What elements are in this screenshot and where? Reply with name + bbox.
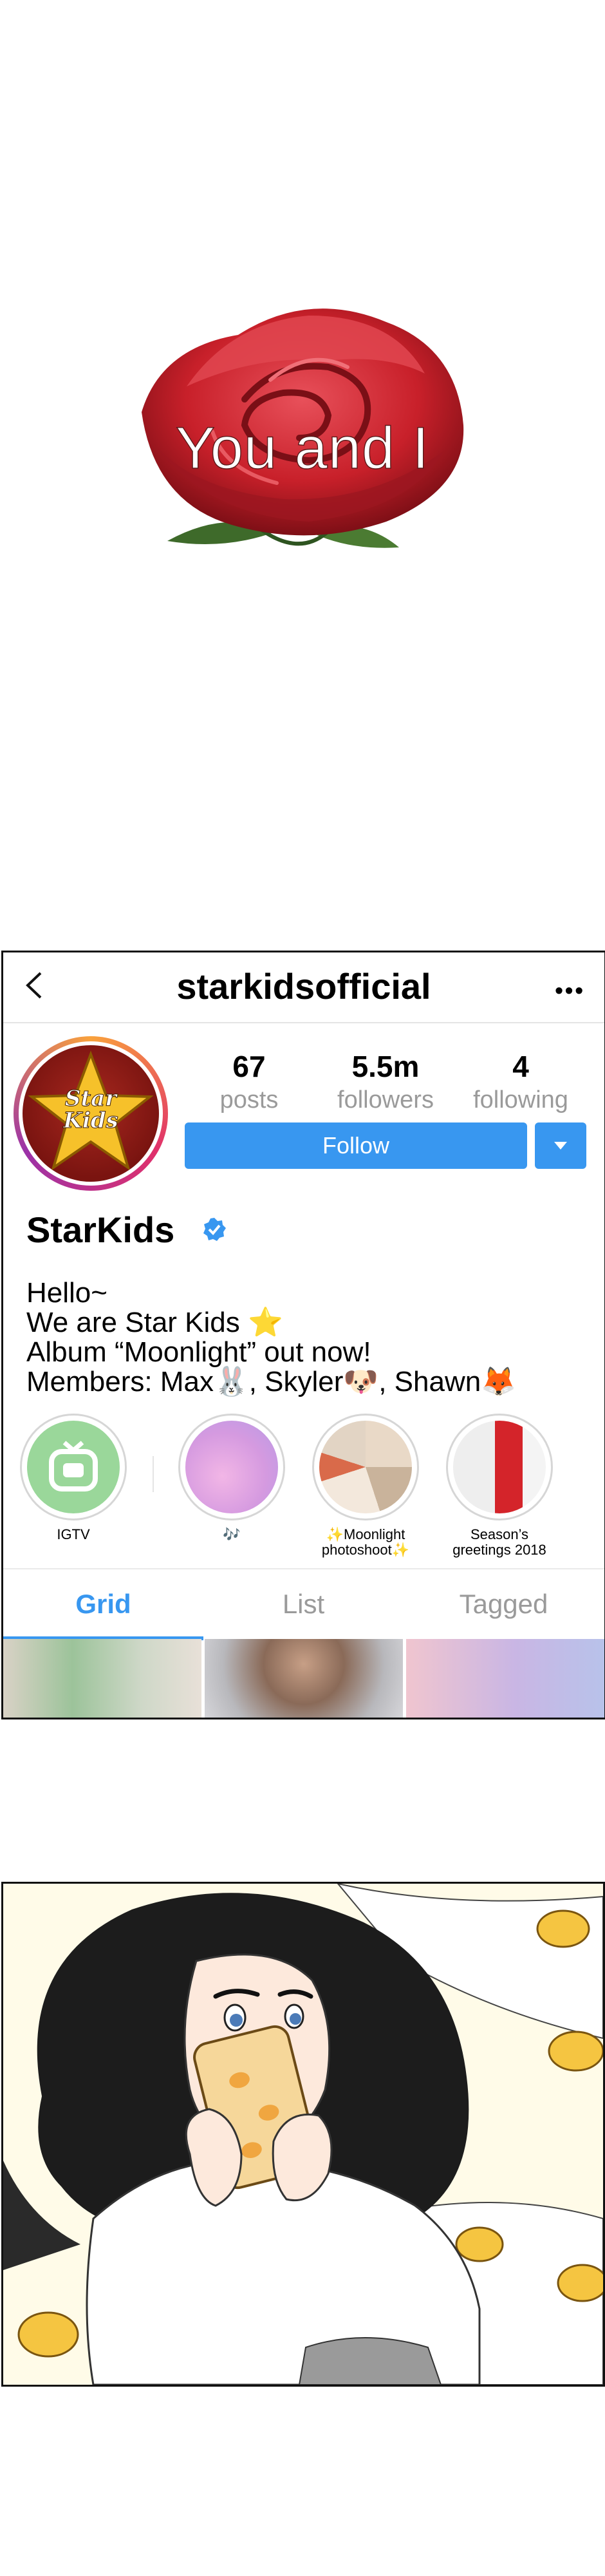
igtv-icon [27,1421,120,1513]
stat-value: 67 [232,1050,266,1083]
profile-username: starkidsofficial [176,966,431,1007]
dropdown-arrow-icon[interactable] [535,1122,586,1169]
grid-thumbnail[interactable] [205,1639,403,1718]
stat-value: 4 [512,1050,529,1083]
grid-thumbnail[interactable] [406,1639,604,1718]
tab-tagged[interactable]: Tagged [404,1589,604,1620]
highlight-thumb [185,1421,278,1513]
avatar[interactable]: Star Kids [14,1036,168,1191]
verified-badge-icon [203,1218,226,1241]
bio-line: We are Star Kids ⭐ [26,1307,283,1338]
highlight-thumb [319,1421,412,1513]
highlight-seasons-greetings[interactable]: Season’s greetings 2018 [445,1414,554,1558]
highlight-igtv[interactable]: IGTV [19,1414,128,1542]
highlight-label: 🎶 [223,1526,241,1542]
stat-label: following [473,1086,568,1113]
highlight-thumb [453,1421,546,1513]
follow-button[interactable]: Follow [185,1122,527,1169]
highlight-ring [178,1414,285,1520]
title-text: You and I [175,415,430,481]
stat-followers[interactable]: 5.5m followers [321,1049,450,1116]
story-highlights: IGTV 🎶 ✨Moonlight photoshoot✨ Season’s g… [3,1414,604,1558]
more-options-icon[interactable]: ••• [555,977,585,1004]
igtv-glyph [49,1441,98,1492]
highlight-ring [312,1414,419,1520]
grid-thumbnail[interactable] [3,1639,201,1718]
tab-list[interactable]: List [203,1589,404,1620]
bio-line: Members: Max🐰, Skyler🐶, Shawn🦊 [26,1366,516,1397]
avatar-text-line: Star [64,1086,117,1112]
stat-label: posts [219,1086,279,1113]
bio-line: Hello~ [26,1277,107,1309]
highlight-moonlight[interactable]: ✨Moonlight photoshoot✨ [311,1414,420,1558]
divider [153,1456,154,1492]
avatar-text-line: Kids [63,1108,118,1133]
highlight-ring [446,1414,553,1520]
stat-label: followers [337,1086,434,1113]
profile-screen: starkidsofficial ••• Star Kids 67 posts … [1,951,605,1719]
stat-following[interactable]: 4 following [456,1049,585,1116]
profile-tabs: Grid List Tagged [3,1568,604,1640]
highlight-label: IGTV [57,1526,90,1542]
highlight-label: ✨Moonlight photoshoot✨ [321,1526,410,1558]
stat-posts[interactable]: 67 posts [185,1049,313,1116]
highlight-label: Season’s greetings 2018 [452,1526,546,1558]
tab-grid[interactable]: Grid [3,1589,203,1620]
stat-value: 5.5m [351,1050,420,1083]
display-name: StarKids [26,1209,175,1250]
bio: Hello~ We are Star Kids ⭐ Album “Moonlig… [26,1278,516,1397]
highlight-music[interactable]: 🎶 [177,1414,286,1542]
highlight-ring [20,1414,127,1520]
bio-line: Album “Moonlight” out now! [26,1336,371,1368]
comic-illustration [1,1882,605,2387]
top-bar: starkidsofficial ••• [3,952,604,1023]
